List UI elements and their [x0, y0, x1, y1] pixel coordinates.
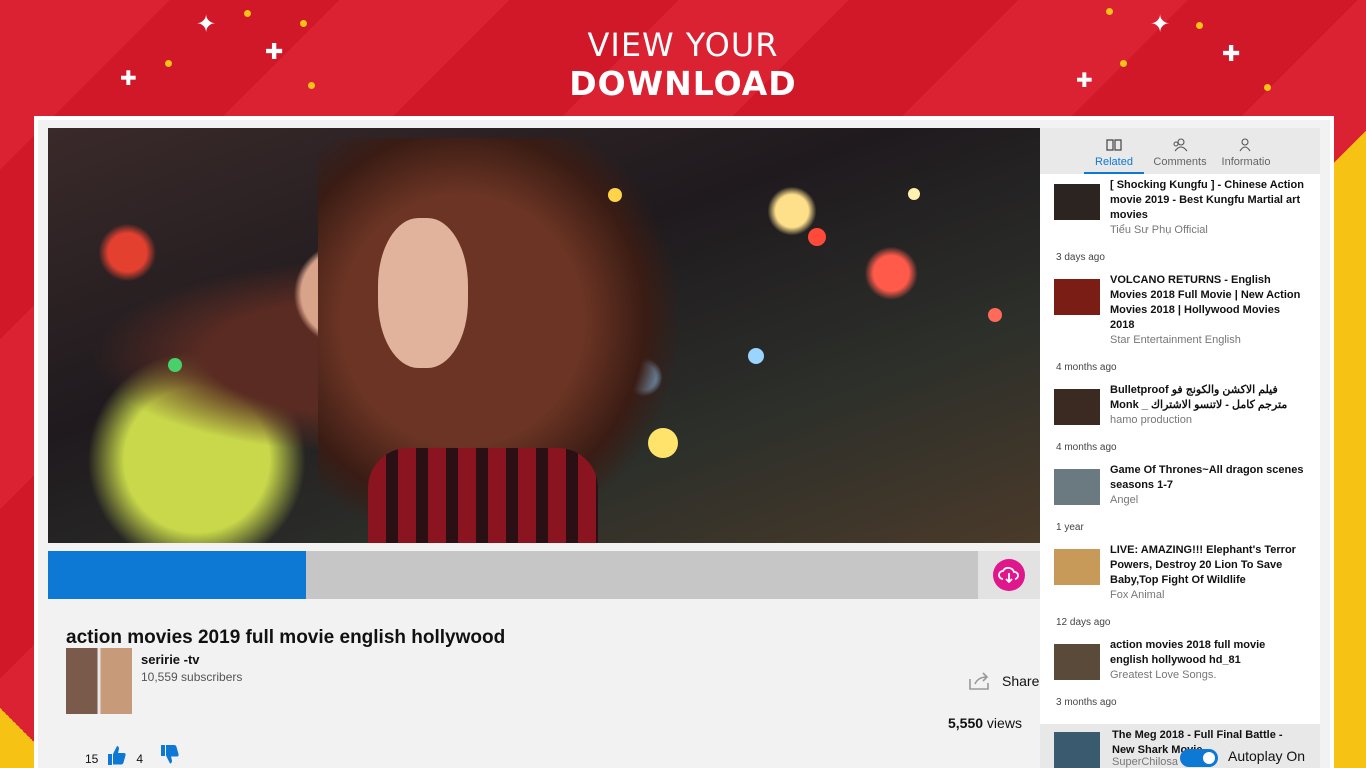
hero-heading: VIEW YOUR DOWNLOAD [0, 26, 1366, 103]
bokeh-light [168, 358, 182, 372]
dislike-count: 4 [136, 752, 144, 766]
people-icon [1173, 138, 1188, 152]
list-item-title: VOLCANO RETURNS - English Movies 2018 Fu… [1110, 274, 1301, 331]
list-item-title: Game Of Thrones~All dragon scenes season… [1110, 464, 1304, 491]
share-button[interactable]: Share [968, 671, 1039, 691]
list-item[interactable]: VOLCANO RETURNS - English Movies 2018 Fu… [1054, 269, 1306, 348]
list-item-channel: Fox Animal [1110, 589, 1165, 601]
view-count-number: 5,550 [948, 715, 984, 731]
list-item[interactable]: Game Of Thrones~All dragon scenes season… [1054, 459, 1306, 508]
list-item-age: 3 months ago [1056, 697, 1117, 708]
cloud-download-icon [993, 559, 1025, 591]
sidebar-tabs: Related Comments Informatio [1040, 128, 1320, 174]
share-label: Share [1002, 673, 1040, 689]
video-thumbnail [1054, 389, 1100, 425]
list-item-title: action movies 2018 full movie english ho… [1110, 639, 1266, 666]
share-icon [969, 672, 989, 690]
list-item-age: 3 days ago [1056, 252, 1105, 263]
like-count: 15 [85, 752, 99, 766]
tab-comments[interactable]: Comments [1150, 138, 1210, 174]
video-frame-shirt [368, 448, 598, 543]
list-item-title: [ Shocking Kungfu ] - Chinese Action mov… [1110, 179, 1304, 221]
bokeh-light [648, 428, 678, 458]
person-icon [1239, 138, 1251, 152]
list-item[interactable]: Bulletproof فيلم الاكشن والكونج فو Monk … [1054, 379, 1306, 428]
book-icon [1106, 139, 1122, 151]
channel-subscribers: 10,559 subscribers [141, 670, 243, 684]
channel-avatar[interactable] [66, 648, 132, 714]
video-frame-face [378, 218, 468, 368]
tab-information[interactable]: Informatio [1216, 138, 1276, 174]
bokeh-light [808, 228, 826, 246]
hero-line-1: VIEW YOUR [587, 26, 779, 64]
list-item-channel: Angel [1110, 494, 1139, 506]
list-item-age: 4 months ago [1056, 442, 1117, 453]
autoplay-next[interactable]: The Meg 2018 - Full Final Battle - New S… [1040, 724, 1320, 768]
channel-name[interactable]: seririe -tv [141, 652, 200, 667]
list-item-title: Bulletproof فيلم الاكشن والكونج فو Monk … [1110, 384, 1288, 411]
video-thumbnail [1054, 732, 1100, 768]
list-item-age: 4 months ago [1056, 362, 1117, 373]
list-item[interactable]: action movies 2018 full movie english ho… [1054, 634, 1306, 683]
autoplay-label: Autoplay On [1228, 748, 1306, 764]
list-item-channel: Greatest Love Songs. [1110, 669, 1217, 681]
video-thumbnail [1054, 279, 1100, 315]
video-thumbnail [1054, 184, 1100, 220]
video-title: action movies 2019 full movie english ho… [66, 627, 506, 648]
view-count: 5,550 views [948, 715, 1022, 731]
video-thumbnail [1054, 549, 1100, 585]
tab-information-label: Informatio [1221, 156, 1271, 168]
bokeh-light [988, 308, 1002, 322]
bokeh-light [608, 188, 622, 202]
thumbs-up-icon[interactable] [106, 744, 128, 766]
list-item-age: 12 days ago [1056, 617, 1111, 628]
confetti-dot [1106, 8, 1113, 15]
confetti-dot [244, 10, 251, 17]
tab-related[interactable]: Related [1084, 138, 1144, 174]
download-progress-bar [48, 551, 1040, 599]
autoplay-toggle[interactable] [1180, 749, 1218, 767]
list-item[interactable]: LIVE: AMAZING!!! Elephant's Terror Power… [1054, 539, 1306, 603]
list-item-title: LIVE: AMAZING!!! Elephant's Terror Power… [1110, 544, 1296, 586]
video-thumbnail [1054, 469, 1100, 505]
rating-bar: 15 4 [85, 744, 181, 766]
bokeh-light [748, 348, 764, 364]
app-window: action movies 2019 full movie english ho… [48, 128, 1320, 768]
sidebar: Related Comments Informatio [ Shocking K… [1040, 128, 1320, 768]
download-progress-fill [48, 551, 306, 599]
hero-line-2: DOWNLOAD [569, 64, 797, 103]
view-count-suffix: views [983, 715, 1022, 731]
video-thumbnail [1054, 644, 1100, 680]
bokeh-light [908, 188, 920, 200]
toggle-knob [1203, 752, 1215, 764]
download-button[interactable] [978, 551, 1040, 599]
list-item[interactable]: [ Shocking Kungfu ] - Chinese Action mov… [1054, 174, 1306, 238]
thumbs-down-icon[interactable] [159, 744, 181, 766]
autoplay-channel: SuperChilosa [1112, 756, 1179, 768]
tab-comments-label: Comments [1153, 156, 1207, 168]
related-list: [ Shocking Kungfu ] - Chinese Action mov… [1040, 174, 1320, 708]
list-item-channel: Star Entertainment English [1110, 334, 1241, 346]
list-item-channel: hamo production [1110, 414, 1192, 426]
video-player[interactable] [48, 128, 1040, 543]
tab-related-label: Related [1095, 156, 1133, 168]
list-item-age: 1 year [1056, 522, 1084, 533]
list-item-channel: Tiểu Sư Phụ Official [1110, 224, 1208, 236]
